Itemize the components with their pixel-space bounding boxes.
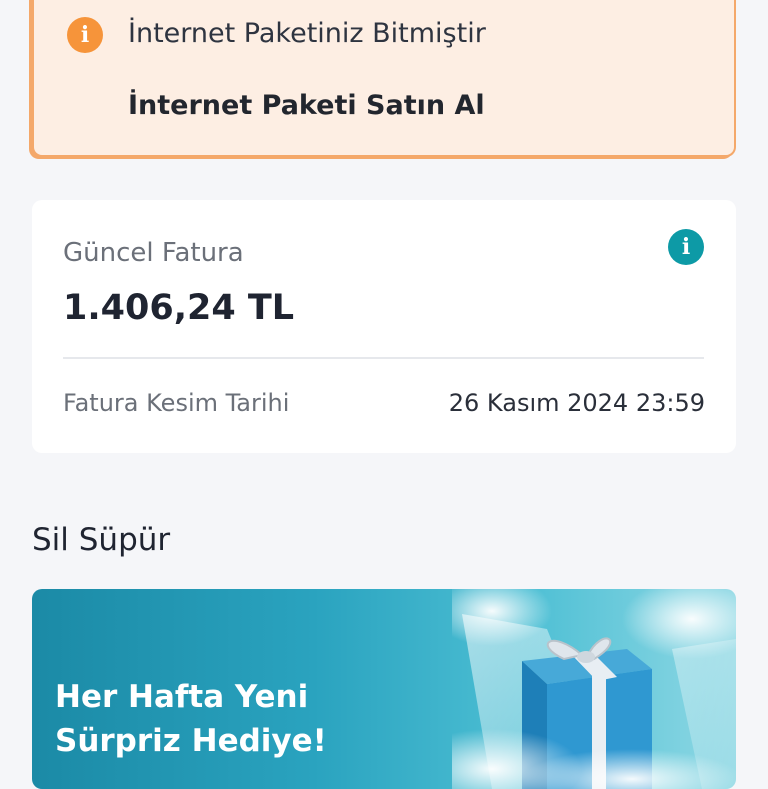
promo-banner[interactable]: Her Hafta Yeni Sürpriz Hediye! xyxy=(32,589,736,789)
bill-cut-date-value: 26 Kasım 2024 23:59 xyxy=(448,389,705,417)
banner-line-2: Sürpriz Hediye! xyxy=(55,723,327,759)
bill-cut-date-label: Fatura Kesim Tarihi xyxy=(63,389,290,417)
bill-amount: 1.406,24 TL xyxy=(63,288,295,328)
bill-label: Güncel Fatura xyxy=(63,238,244,268)
buy-internet-package-link[interactable]: İnternet Paketi Satın Al xyxy=(128,90,485,121)
banner-line-1: Her Hafta Yeni xyxy=(55,679,309,715)
section-title: Sil Süpür xyxy=(32,522,171,558)
info-icon: i xyxy=(67,17,103,53)
current-bill-card[interactable]: Güncel Fatura 1.406,24 TL i Fatura Kesim… xyxy=(32,200,736,453)
divider xyxy=(63,357,704,359)
info-icon[interactable]: i xyxy=(668,229,704,265)
alert-message: İnternet Paketiniz Bitmiştir xyxy=(128,18,486,49)
gift-box-illustration xyxy=(452,589,736,789)
banner-title: Her Hafta Yeni Sürpriz Hediye! xyxy=(55,675,327,763)
internet-package-alert: i İnternet Paketiniz Bitmiştir İnternet … xyxy=(32,0,736,157)
